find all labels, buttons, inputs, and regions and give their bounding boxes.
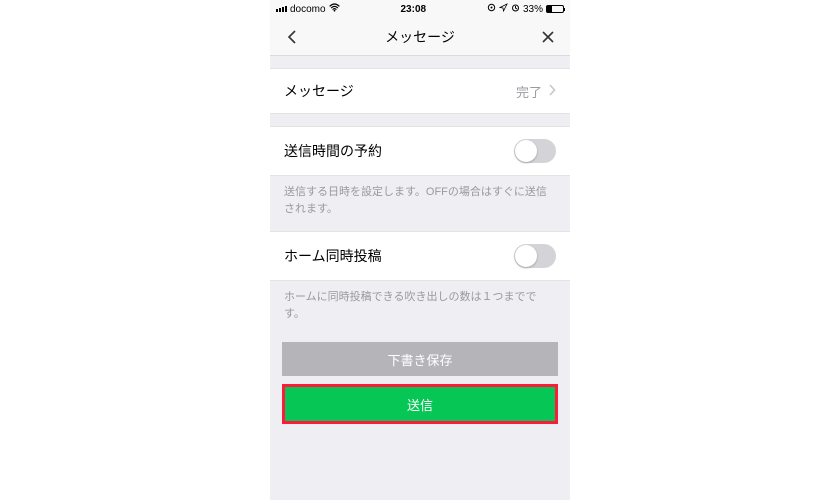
footer-buttons: 下書き保存 送信 — [270, 336, 570, 430]
status-time: 23:08 — [400, 4, 426, 15]
close-button[interactable] — [538, 27, 558, 47]
nav-bar: メッセージ — [270, 18, 570, 56]
location-icon — [487, 3, 496, 15]
battery-icon — [546, 5, 564, 13]
row-message[interactable]: メッセージ 完了 — [270, 68, 570, 114]
alarm-icon — [511, 3, 520, 15]
row-label: 送信時間の予約 — [284, 141, 382, 161]
battery-pct: 33% — [523, 4, 543, 15]
phone-frame: docomo 23:08 33% メッセージ — [270, 0, 570, 500]
signal-icon — [276, 6, 287, 12]
help-home-post: ホームに同時投稿できる吹き出しの数は１つまでです。 — [270, 281, 570, 336]
back-button[interactable] — [282, 27, 302, 47]
wifi-icon — [329, 3, 340, 15]
save-draft-button[interactable]: 下書き保存 — [282, 342, 558, 376]
toggle-home-post[interactable] — [514, 244, 556, 268]
row-home-post: ホーム同時投稿 — [270, 231, 570, 281]
nav-arrow-icon — [499, 3, 508, 15]
send-button[interactable]: 送信 — [285, 387, 555, 421]
help-schedule: 送信する日時を設定します。OFFの場合はすぐに送信されます。 — [270, 176, 570, 231]
send-highlight-frame: 送信 — [282, 384, 558, 424]
page-title: メッセージ — [385, 27, 455, 47]
toggle-schedule[interactable] — [514, 139, 556, 163]
status-bar: docomo 23:08 33% — [270, 0, 570, 18]
carrier-label: docomo — [290, 4, 326, 15]
chevron-right-icon — [548, 84, 556, 99]
row-label: ホーム同時投稿 — [284, 246, 382, 266]
row-schedule: 送信時間の予約 — [270, 126, 570, 176]
row-label: メッセージ — [284, 81, 354, 101]
row-status: 完了 — [516, 82, 542, 101]
